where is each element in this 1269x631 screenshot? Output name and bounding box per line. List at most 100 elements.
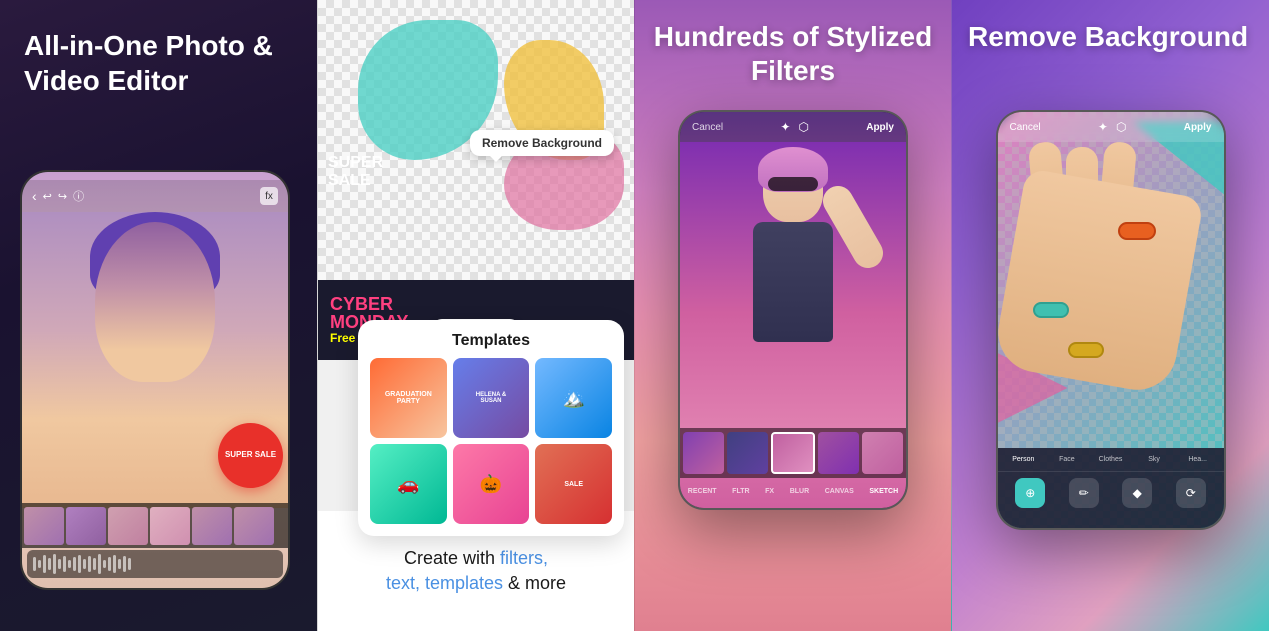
wave-bar: [128, 558, 131, 570]
template-thumb-helena: HELENA &SUSAN: [453, 358, 530, 438]
wave-bar: [123, 556, 126, 572]
phone-waveform: [27, 550, 283, 578]
toolbar-btn-group: ✦ ⬡: [780, 120, 809, 134]
templates-grid: GRADUATIONPARTY HELENA &SUSAN 🏔️ 🚗 🎃 SAL…: [370, 358, 612, 524]
wave-bar: [98, 554, 101, 574]
phone-toolbar-4: Cancel ✦ ⬡ Apply: [998, 112, 1224, 142]
apply-label-4: Apply: [1184, 122, 1212, 133]
sale-badge: SUPER SALE: [218, 423, 283, 488]
panel-2-description: Create with filters,text, templates & mo…: [386, 546, 566, 596]
panel-3-title: Hundreds of Stylized Filters: [635, 20, 951, 87]
draw-icon: ◆: [1133, 486, 1142, 500]
undo-icon: ↩: [43, 190, 52, 203]
templates-title: Templates: [370, 332, 612, 350]
sale-badge-text: SUPER SALE: [225, 451, 276, 460]
panel-1: All-in-One Photo & Video Editor ‹ ↩ ↪ ⓘ …: [0, 0, 317, 631]
filter-tab-recent[interactable]: RECENT: [688, 488, 717, 495]
cancel-label: Cancel: [692, 122, 723, 133]
performer-body: [753, 222, 833, 342]
performer-glasses: [768, 177, 818, 191]
wave-bar: [63, 556, 66, 572]
filter-tab-canvas[interactable]: CANVAS: [825, 488, 854, 495]
filter-thumb-3-active: [771, 432, 816, 474]
panel-2-top: Remove Background CYBERMonday Free Shipp…: [318, 0, 634, 310]
filmstrip-thumb-1: [24, 507, 64, 545]
back-icon: ‹: [32, 188, 37, 204]
filter-tab-sketch[interactable]: SKETCH: [869, 488, 898, 495]
phone-filter-tabs: RECENT FLTR FX BLUR CANVAS SKETCH: [680, 479, 906, 503]
wave-bar: [108, 557, 111, 571]
layers-icon-4: ⬡: [1116, 120, 1126, 134]
bottom-tabs: Person Face Clothes Sky Hea...: [998, 448, 1224, 472]
fx-icon[interactable]: fx: [260, 187, 278, 205]
template-thumb-3: 🏔️: [535, 358, 612, 438]
wave-bar: [38, 560, 41, 568]
redo-icon: ↪: [58, 190, 67, 203]
filter-thumb-4: [818, 432, 859, 474]
tab-hea[interactable]: Hea...: [1176, 454, 1220, 465]
panel-4-title: Remove Background: [968, 20, 1253, 54]
phone-filter-strip: [680, 428, 906, 478]
filter-thumb-2: [727, 432, 768, 474]
remove-icon: ✏: [1079, 486, 1089, 500]
tab-person[interactable]: Person: [1002, 454, 1046, 465]
wave-bar: [58, 559, 61, 569]
template-thumb-5: 🎃: [453, 444, 530, 524]
performer-figure: [713, 152, 873, 412]
wave-bar: [118, 559, 121, 569]
wave-bar: [103, 560, 106, 568]
apply-label: Apply: [866, 122, 894, 133]
super-sale-text: SUPERSALE: [328, 154, 383, 190]
select-action[interactable]: ⊕: [1015, 478, 1045, 508]
invert-icon: ⟳: [1186, 486, 1196, 500]
tab-face[interactable]: Face: [1045, 454, 1089, 465]
select-icon: ⊕: [1025, 486, 1035, 500]
draw-action[interactable]: ◆: [1122, 478, 1152, 508]
panel-4: Remove Background Cancel ✦ ⬡ Apply: [951, 0, 1269, 631]
portrait-face: [95, 222, 215, 382]
filter-tab-blur[interactable]: BLUR: [790, 488, 809, 495]
phone-filmstrip: [22, 503, 288, 548]
performer-head: [763, 152, 823, 222]
phone-inner-1: ‹ ↩ ↪ ⓘ fx Effects SUPER SALE: [22, 172, 288, 588]
phone-inner-3: Cancel ✦ ⬡ Apply: [680, 112, 906, 508]
filmstrip-thumb-3: [108, 507, 148, 545]
template-thumb-4: 🚗: [370, 444, 447, 524]
cancel-label-4: Cancel: [1010, 122, 1041, 133]
invert-action[interactable]: ⟳: [1176, 478, 1206, 508]
template-thumb-graduation: GRADUATIONPARTY: [370, 358, 447, 438]
filter-thumb-5: [862, 432, 903, 474]
wand-icon-4: ✦: [1098, 120, 1108, 134]
filter-tab-fltr[interactable]: FLTR: [732, 488, 749, 495]
filmstrip-thumb-5: [192, 507, 232, 545]
toolbar-center-icons: ✦ ⬡: [1098, 120, 1127, 134]
filter-tab-fx[interactable]: FX: [765, 488, 774, 495]
bottom-actions: ⊕ ✏ ◆ ⟳: [998, 472, 1224, 514]
phone-toolbar-3: Cancel ✦ ⬡ Apply: [680, 112, 906, 142]
ring-teal: [1033, 302, 1069, 318]
ring-gold: [1068, 342, 1104, 358]
tab-sky[interactable]: Sky: [1132, 454, 1176, 465]
remove-bg-tooltip: Remove Background: [470, 130, 614, 156]
phone-mockup-4: Cancel ✦ ⬡ Apply Person Face: [996, 110, 1226, 530]
filmstrip-thumb-2: [66, 507, 106, 545]
info-icon: ⓘ: [73, 188, 84, 204]
wave-bar: [113, 555, 116, 573]
wave-bar: [78, 555, 81, 573]
remove-action[interactable]: ✏: [1069, 478, 1099, 508]
phone-performer: [680, 142, 906, 428]
phone-mockup-3: Cancel ✦ ⬡ Apply: [678, 110, 908, 510]
panel-3: Hundreds of Stylized Filters Cancel ✦ ⬡ …: [634, 0, 951, 631]
wave-bar: [73, 557, 76, 571]
tab-clothes[interactable]: Clothes: [1089, 454, 1133, 465]
wand-icon: ✦: [780, 120, 790, 134]
ring-orange: [1118, 222, 1156, 240]
toolbar-nav-icons: ‹ ↩ ↪ ⓘ: [32, 188, 84, 204]
phone-toolbar-1: ‹ ↩ ↪ ⓘ fx: [22, 180, 288, 212]
phone-bottom-panel: Person Face Clothes Sky Hea... ⊕ ✏ ◆: [998, 448, 1224, 528]
wave-bar: [43, 555, 46, 573]
wave-bar: [33, 557, 36, 571]
filmstrip-thumb-6: [234, 507, 274, 545]
panel-2-highlight: filters,text, templates: [386, 548, 548, 593]
template-thumb-6: SALE: [535, 444, 612, 524]
